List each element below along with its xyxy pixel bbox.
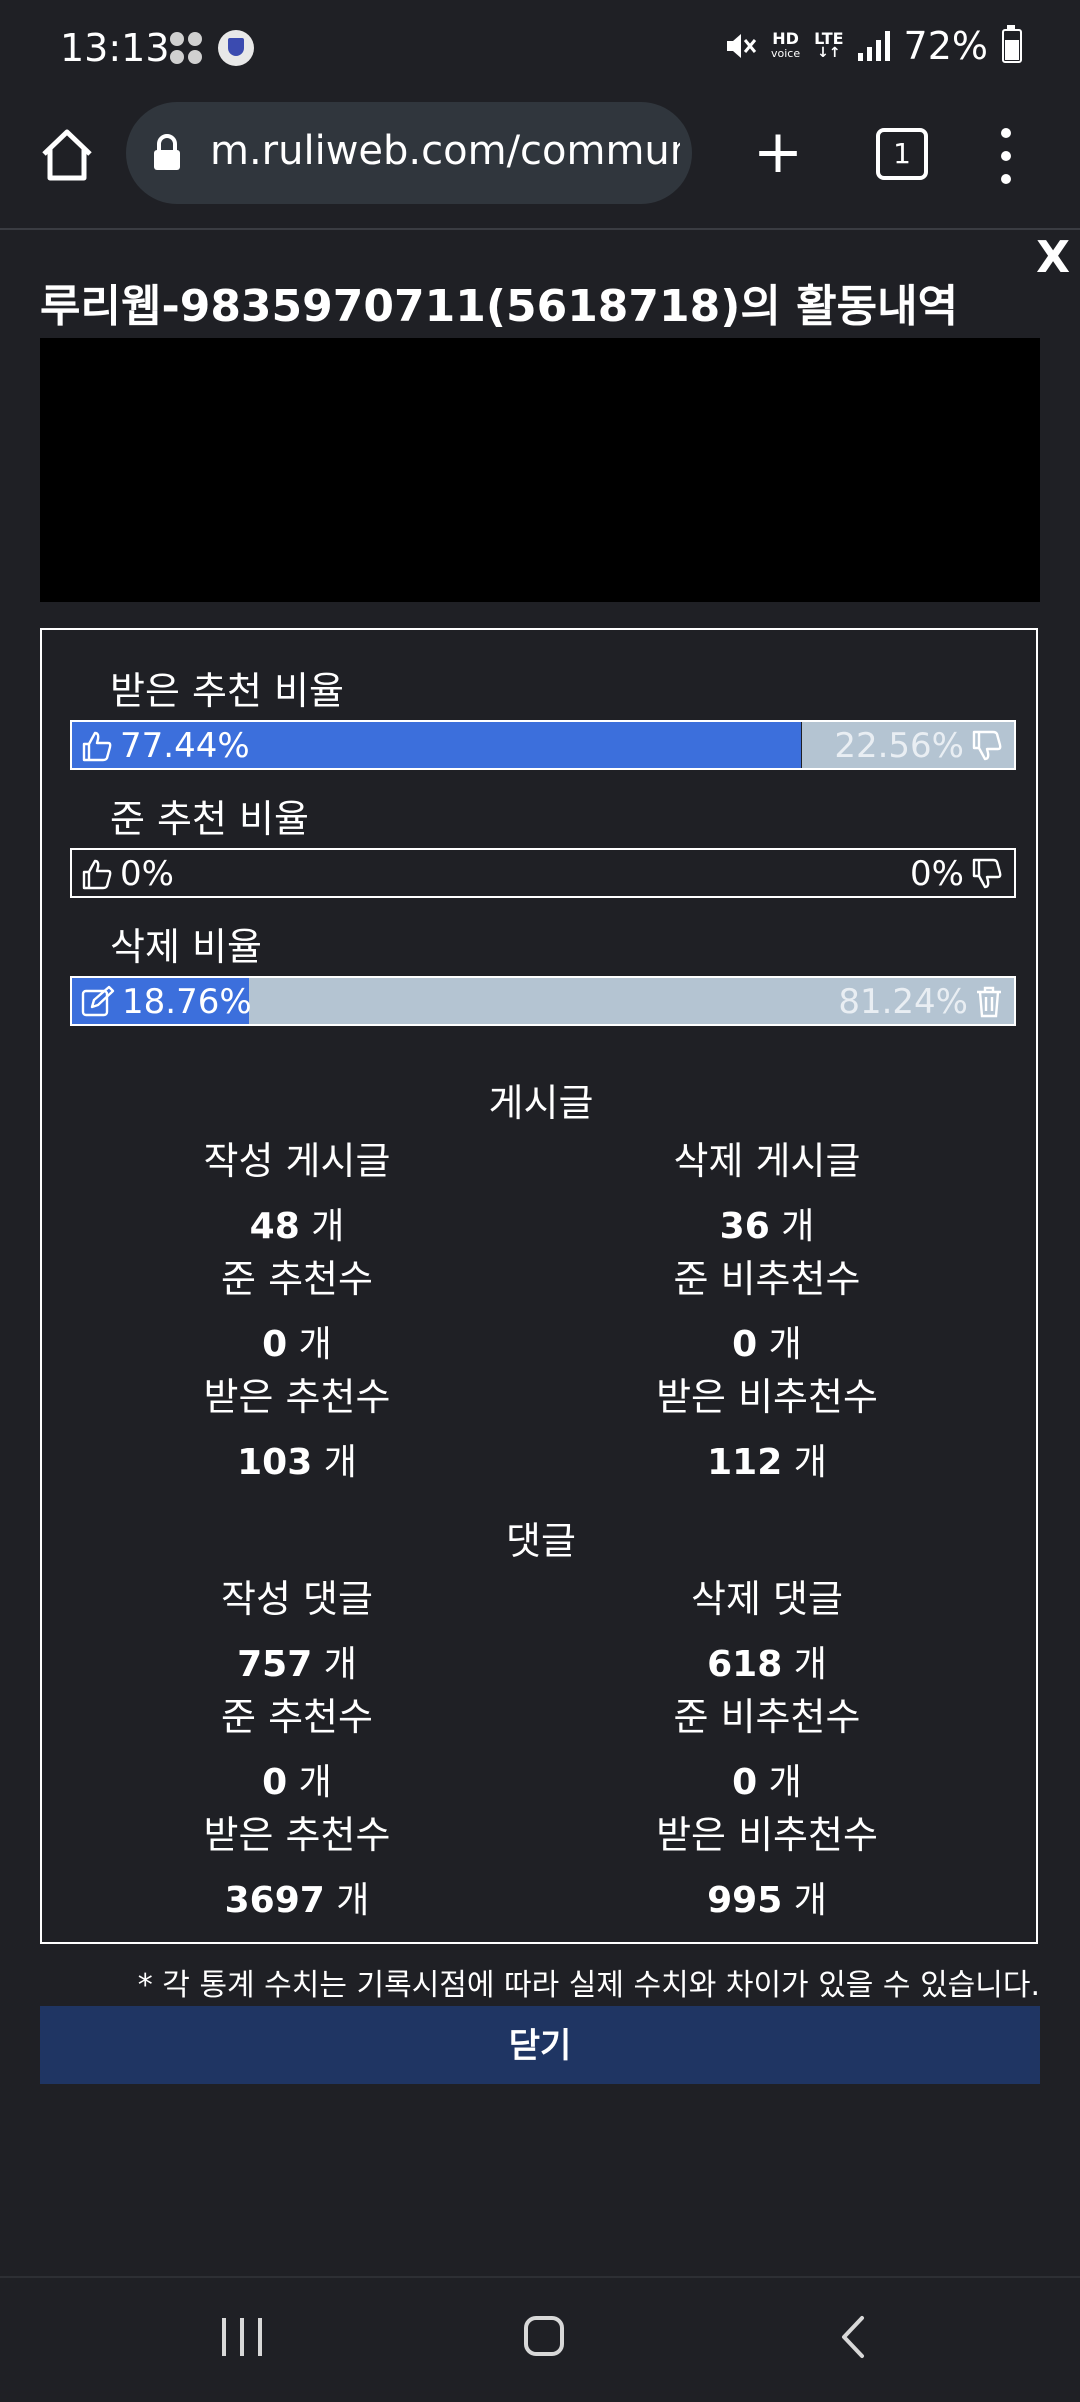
page-title: 루리웹-9835970711(5618718)의 활동내역 xyxy=(40,281,959,332)
battery-icon xyxy=(1002,25,1022,63)
stat-given-downvote: 준 비추천수 0 개 xyxy=(673,1257,861,1365)
ratio-right-value: 0% xyxy=(910,854,964,894)
thumbs-down-icon xyxy=(970,729,1004,763)
ratio-left-value: 18.76% xyxy=(122,982,252,1022)
edit-icon xyxy=(80,985,116,1019)
hd-voice-badge: HD voice xyxy=(771,29,801,61)
shield-icon xyxy=(218,30,254,66)
recent-apps-icon[interactable] xyxy=(222,2318,262,2356)
nav-home-icon[interactable] xyxy=(524,2316,564,2356)
system-nav-bar xyxy=(0,2276,1080,2402)
more-menu-icon[interactable] xyxy=(994,128,1018,192)
stat-received-recommend: 받은 추천수 103 개 xyxy=(203,1375,391,1483)
address-bar[interactable]: m.ruliweb.com/community xyxy=(126,102,692,204)
app-dots-icon xyxy=(170,32,204,66)
tab-switcher-button[interactable]: 1 xyxy=(876,128,928,180)
back-icon[interactable] xyxy=(834,2314,874,2360)
ratio-label: 삭제 비율 xyxy=(110,925,262,969)
ratio-left-value: 77.44% xyxy=(120,726,250,766)
stat-received-downvote: 받은 비추천수 112 개 xyxy=(656,1375,878,1483)
stat-comment-received-downvote: 받은 비추천수 995 개 xyxy=(656,1813,878,1921)
home-icon[interactable] xyxy=(36,124,98,186)
mute-icon xyxy=(727,34,757,58)
ratio-label: 받은 추천 비율 xyxy=(110,669,344,713)
signal-icon xyxy=(857,31,890,61)
stat-written-posts: 작성 게시글 48 개 xyxy=(203,1139,391,1247)
close-x-button[interactable]: X xyxy=(1036,232,1070,283)
url-text: m.ruliweb.com/community xyxy=(210,128,680,174)
ratio-bar-received: 77.44% 22.56% xyxy=(70,720,1016,770)
stat-comment-given-recommend: 준 추천수 0 개 xyxy=(221,1695,373,1803)
battery-percent: 72% xyxy=(903,24,988,68)
lock-icon xyxy=(154,134,180,170)
thumbs-up-icon xyxy=(80,857,114,891)
stat-written-comments: 작성 댓글 757 개 xyxy=(221,1577,373,1685)
stat-comment-given-downvote: 준 비추천수 0 개 xyxy=(673,1695,861,1803)
trash-icon xyxy=(974,985,1004,1019)
browser-toolbar: m.ruliweb.com/community + 1 xyxy=(0,100,1080,230)
ad-banner xyxy=(40,338,1040,602)
thumbs-down-icon xyxy=(970,857,1004,891)
lte-badge: LTE ↓↑ xyxy=(814,29,844,61)
stat-deleted-posts: 삭제 게시글 36 개 xyxy=(673,1139,861,1247)
status-time: 13:13 xyxy=(60,26,170,70)
stat-deleted-comments: 삭제 댓글 618 개 xyxy=(691,1577,843,1685)
comments-section-title: 댓글 xyxy=(506,1519,576,1563)
status-indicators: HD voice LTE ↓↑ 72% xyxy=(723,24,1022,68)
ratio-bar-given: 0% 0% xyxy=(70,848,1016,898)
ratio-left-value: 0% xyxy=(120,854,174,894)
stat-given-recommend: 준 추천수 0 개 xyxy=(221,1257,373,1365)
thumbs-up-icon xyxy=(80,729,114,763)
ratio-right-value: 81.24% xyxy=(838,982,968,1022)
close-button[interactable]: 닫기 xyxy=(40,2006,1040,2084)
stat-comment-received-recommend: 받은 추천수 3697 개 xyxy=(203,1813,391,1921)
posts-section-title: 게시글 xyxy=(488,1081,594,1125)
ratio-label: 준 추천 비율 xyxy=(110,797,309,841)
ratio-bar-delete: 18.76% 81.24% xyxy=(70,976,1016,1026)
new-tab-button[interactable]: + xyxy=(748,122,808,184)
disclaimer-note: * 각 통계 수치는 기록시점에 따라 실제 수치와 차이가 있을 수 있습니다… xyxy=(137,1968,1040,2003)
status-bar: 13:13 HD voice LTE ↓↑ 72% xyxy=(0,0,1080,100)
stats-panel: 받은 추천 비율 77.44% 22.56% 준 추천 비율 0% 0% 삭제 … xyxy=(40,628,1038,1944)
ratio-right-value: 22.56% xyxy=(834,726,964,766)
